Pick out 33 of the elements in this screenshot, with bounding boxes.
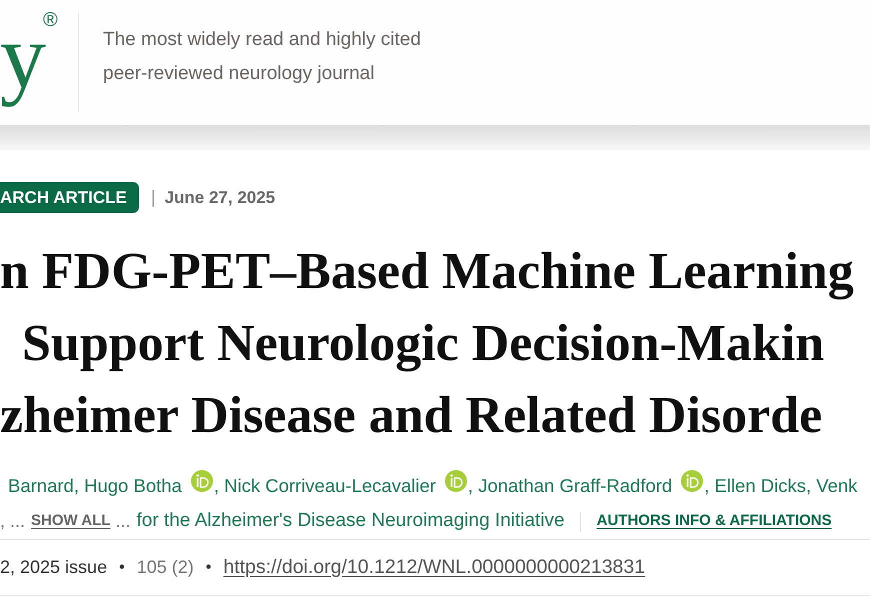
doi-link[interactable]: https://doi.org/10.1212/WNL.0000000000213831 <box>223 552 646 582</box>
author-name-link[interactable]: Nick Corriveau-Lecavalier <box>224 472 436 500</box>
journal-logo[interactable]: y$^{®}$ <box>0 10 58 116</box>
article-title-line: n FDG-PET–Based Machine Learning <box>0 242 854 302</box>
article-title-line: zheimer Disease and Related Disorde <box>0 386 822 446</box>
author-separator: , <box>704 474 710 498</box>
article-type-badge: ARCH ARTICLE <box>0 182 139 213</box>
show-all-link[interactable]: SHOW ALL <box>31 510 110 533</box>
author-separator: , <box>74 474 80 498</box>
authors-info-link[interactable]: AUTHORS INFO & AFFILIATIONS <box>596 510 832 533</box>
id-badge-icon[interactable] <box>190 470 213 492</box>
tagline-text: The most widely read and highly cited <box>103 28 421 52</box>
author-separator: , <box>214 474 220 498</box>
bullet-separator: • <box>206 558 212 578</box>
article-title-line: Support Neurologic Decision-Makin <box>21 314 824 374</box>
separator-text: | <box>150 186 156 209</box>
author-name-link[interactable]: Jonathan Graff-Radford <box>478 472 672 500</box>
author-name-link[interactable]: Ellen Dicks <box>714 472 806 500</box>
issue-date-text: 2, 2025 issue <box>0 556 108 579</box>
author-separator: , <box>468 474 474 498</box>
author-name-link[interactable]: Barnard <box>8 472 74 500</box>
ellipsis-text: ... <box>115 510 130 533</box>
author-name-link[interactable]: Hugo Botha <box>84 472 182 500</box>
id-badge-icon[interactable] <box>444 470 467 492</box>
volume-issue-text: 105 (2) <box>136 556 194 579</box>
ellipsis-text: , ... <box>0 510 26 533</box>
id-badge-icon[interactable] <box>681 470 704 492</box>
author-name-link[interactable]: Venk <box>816 472 858 500</box>
tagline-text: peer-reviewed neurology journal <box>103 62 376 86</box>
group-author-link[interactable]: for the Alzheimer's Disease Neuroimaging Initiative <box>136 507 565 536</box>
publication-date: June 27, 2025 <box>164 186 276 209</box>
author-separator: , <box>806 474 812 498</box>
bullet-separator: • <box>119 558 125 578</box>
